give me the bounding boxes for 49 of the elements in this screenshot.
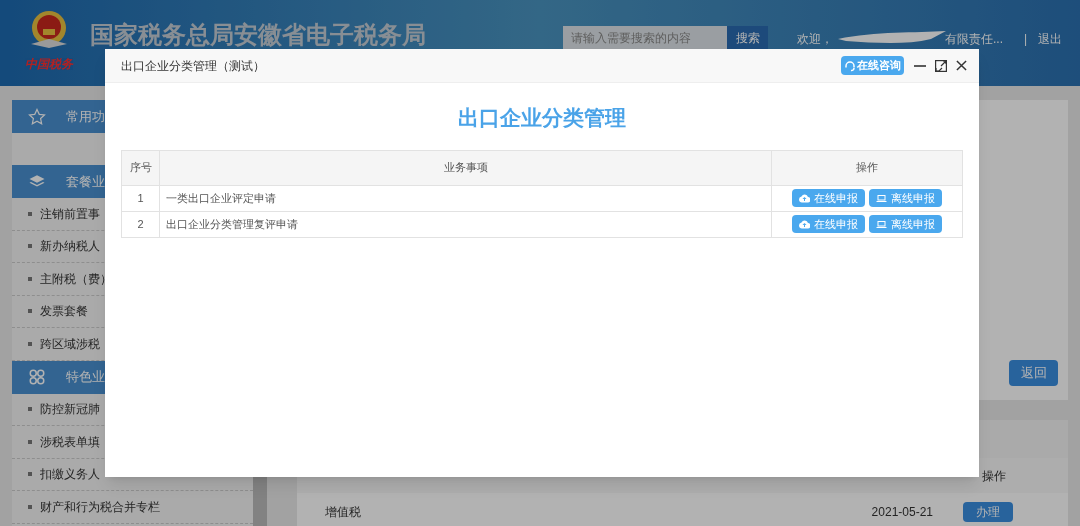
bullet-icon (28, 504, 32, 509)
bullet-icon (28, 211, 32, 216)
site-title: 国家税务总局安徽省电子税务局 (90, 22, 426, 48)
section-title: 特色业 (66, 368, 105, 387)
sidebar-item[interactable]: 财产和行为税合并专栏 (12, 491, 253, 524)
logout-link[interactable]: 退出 (1038, 30, 1062, 48)
table-cell: 一类出口企业评定申请 (159, 185, 772, 211)
modal-heading: 出口企业分类管理 (458, 106, 626, 129)
bullet-icon (28, 309, 32, 314)
search-field[interactable]: 请输入需要搜索的内容 (563, 26, 727, 49)
welcome-text: 欢迎， (797, 31, 833, 48)
company-name: 有限责任... (945, 31, 1003, 48)
section-title: 套餐业 (66, 172, 105, 191)
laptop-icon (876, 219, 887, 229)
headset-icon (844, 59, 856, 72)
logo-text: 中国税务 (25, 58, 73, 70)
column-header: 业务事项 (159, 150, 772, 185)
bullet-icon (28, 244, 32, 249)
bullet-icon (28, 472, 32, 477)
back-button[interactable]: 返回 (1009, 360, 1058, 386)
maximize-icon[interactable] (935, 59, 947, 72)
column-header: 操作 (771, 150, 963, 185)
column-header: 序号 (121, 150, 160, 185)
consult-button[interactable]: 在线咨询 (841, 56, 904, 75)
grid-icon (28, 368, 46, 386)
cloud-upload-icon (799, 193, 810, 203)
table-cell: 1 (121, 185, 160, 211)
bullet-icon (28, 407, 32, 412)
bullet-icon (28, 439, 32, 444)
table-cell-text: 增值税 (324, 504, 362, 521)
table-cell-text: 2021-05-21 (871, 504, 933, 521)
handle-button[interactable]: 办理 (963, 502, 1013, 522)
star-icon (28, 107, 46, 126)
laptop-icon (876, 193, 887, 203)
declare-button[interactable]: 在线申报 (792, 215, 865, 233)
declare-button[interactable]: 离线申报 (869, 215, 942, 233)
table-cell: 出口企业分类管理复评申请 (159, 211, 772, 237)
search-button[interactable]: 搜索 (727, 26, 768, 49)
bullet-icon (28, 276, 32, 281)
close-icon[interactable] (956, 60, 967, 71)
modal-title: 出口企业分类管理（测试） (121, 57, 265, 75)
bullet-icon (28, 341, 32, 346)
column-header: 操作 (982, 467, 1006, 485)
table-cell: 2 (121, 211, 160, 237)
declare-button[interactable]: 在线申报 (792, 189, 865, 207)
separator-text: | (1024, 31, 1028, 48)
cloud-upload-icon (799, 219, 810, 229)
declare-button[interactable]: 离线申报 (869, 189, 942, 207)
section-title: 常用功 (66, 107, 105, 126)
